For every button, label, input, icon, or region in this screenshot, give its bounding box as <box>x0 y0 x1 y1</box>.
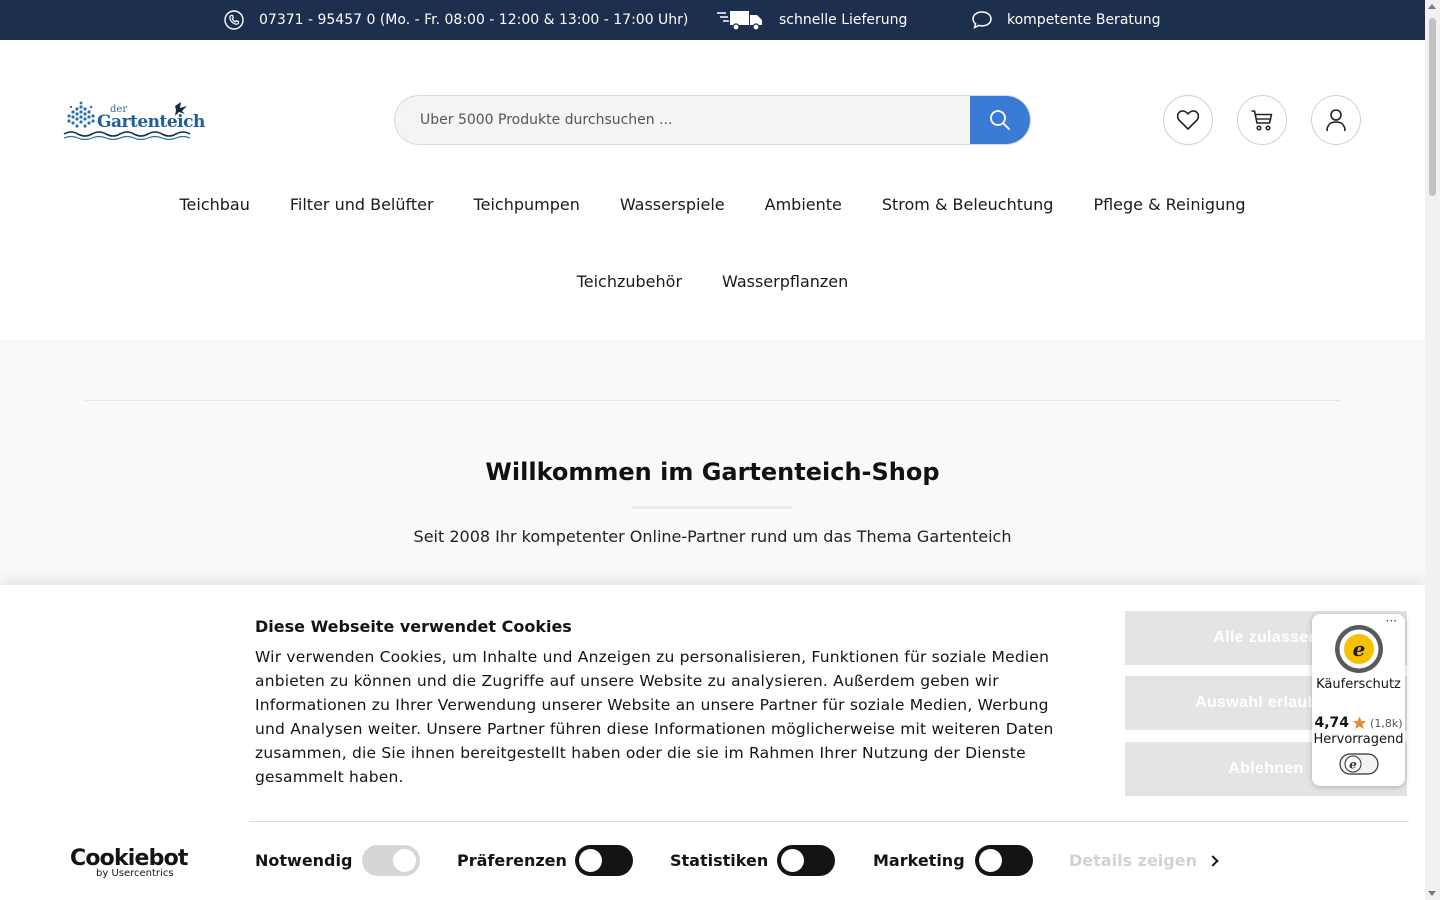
wishlist-button[interactable] <box>1163 95 1213 145</box>
cookiebot-logo: Cookiebot by Usercentrics <box>70 846 188 879</box>
toggle-preferences[interactable] <box>575 845 633 876</box>
search-input[interactable] <box>395 96 971 144</box>
details-link[interactable]: Details zeigen <box>1069 851 1219 870</box>
trusted-shops-badge[interactable]: ··· e Käuferschutz 4,74 (1,8k) Hervorrag… <box>1312 614 1405 786</box>
cookie-separator <box>249 821 1409 822</box>
search-bar <box>394 95 1031 145</box>
nav-item-strom[interactable]: Strom & Beleuchtung <box>882 195 1054 214</box>
star-icon <box>1352 716 1367 729</box>
trusted-shops-label: Käuferschutz <box>1316 677 1401 692</box>
nav-item-teichpumpen[interactable]: Teichpumpen <box>474 195 580 214</box>
advice-info: kompetente Beratung <box>971 0 1161 40</box>
trusted-shops-e-icon: e <box>1339 753 1379 775</box>
scroll-down-icon[interactable] <box>1428 891 1436 896</box>
advice-text: kompetente Beratung <box>1007 12 1161 28</box>
cookie-text: Wir verwenden Cookies, um Inhalte und An… <box>255 648 1054 786</box>
phone-icon <box>224 10 244 30</box>
main-nav-row-2: Teichzubehör Wasserpflanzen <box>0 272 1425 291</box>
phone-text: 07371 - 95457 0 (Mo. - Fr. 08:00 - 12:00… <box>259 12 689 28</box>
welcome-section: Willkommen im Gartenteich-Shop Seit 2008… <box>0 340 1425 600</box>
svg-text:e: e <box>1353 637 1366 661</box>
trusted-shops-rating: 4,74 (1,8k) <box>1312 715 1405 731</box>
welcome-title: Willkommen im Gartenteich-Shop <box>485 458 940 486</box>
main-nav-row-1: Teichbau Filter und Belüfter Teichpumpen… <box>0 195 1425 214</box>
scroll-up-icon[interactable] <box>1428 4 1436 9</box>
nav-item-pflege[interactable]: Pflege & Reinigung <box>1093 195 1245 214</box>
badge-menu-icon[interactable]: ··· <box>1386 614 1397 628</box>
search-icon <box>990 110 1010 130</box>
top-info-bar: 07371 - 95457 0 (Mo. - Fr. 08:00 - 12:00… <box>0 0 1425 40</box>
details-label: Details zeigen <box>1069 851 1197 870</box>
rating-count: (1,8k) <box>1370 716 1403 730</box>
logo[interactable]: der Gartenteich <box>63 100 205 141</box>
nav-item-teichbau[interactable]: Teichbau <box>179 195 249 214</box>
rating-score: 4,74 <box>1314 715 1350 731</box>
page-scrollbar[interactable] <box>1425 0 1440 900</box>
cookie-banner: Diese Webseite verwendet Cookies Wir ver… <box>0 585 1425 900</box>
user-icon <box>1326 109 1346 132</box>
phone-info: 07371 - 95457 0 (Mo. - Fr. 08:00 - 12:00… <box>224 0 688 40</box>
nav-item-wasserspiele[interactable]: Wasserspiele <box>620 195 725 214</box>
toggle-statistics[interactable] <box>777 845 835 876</box>
rating-grade: Hervorragend <box>1313 732 1404 747</box>
category-label-necessary: Notwendig <box>255 851 353 870</box>
logo-main-text: Gartenteich <box>97 112 205 132</box>
welcome-subtitle: Seit 2008 Ihr kompetenter Online-Partner… <box>413 527 1012 546</box>
category-label-statistics: Statistiken <box>670 851 769 870</box>
trusted-shops-seal-icon: e <box>1335 625 1383 673</box>
toggle-necessary <box>362 845 420 876</box>
heart-icon <box>1176 110 1200 130</box>
section-divider <box>85 400 1340 401</box>
nav-item-wasserpflanzen[interactable]: Wasserpflanzen <box>722 272 848 291</box>
chevron-right-icon <box>1207 855 1219 867</box>
category-label-marketing: Marketing <box>873 851 965 870</box>
cart-button[interactable] <box>1237 95 1287 145</box>
title-underline <box>632 506 792 509</box>
cookie-title: Diese Webseite verwendet Cookies <box>255 617 572 636</box>
category-label-preferences: Präferenzen <box>457 851 567 870</box>
nav-item-ambiente[interactable]: Ambiente <box>765 195 842 214</box>
toggle-marketing[interactable] <box>975 845 1033 876</box>
delivery-text: schnelle Lieferung <box>779 12 908 28</box>
truck-icon <box>717 11 762 31</box>
nav-item-teichzubehoer[interactable]: Teichzubehör <box>577 272 682 291</box>
delivery-info: schnelle Lieferung <box>716 0 907 40</box>
scrollbar-thumb[interactable] <box>1429 18 1436 196</box>
chat-icon <box>972 11 992 29</box>
nav-item-filter[interactable]: Filter und Belüfter <box>290 195 434 214</box>
cart-icon <box>1251 110 1273 131</box>
account-button[interactable] <box>1311 95 1361 145</box>
search-button[interactable] <box>970 96 1030 144</box>
svg-text:e: e <box>1349 758 1357 772</box>
site-header: der Gartenteich Teichbau Filter und Belü… <box>0 40 1425 340</box>
